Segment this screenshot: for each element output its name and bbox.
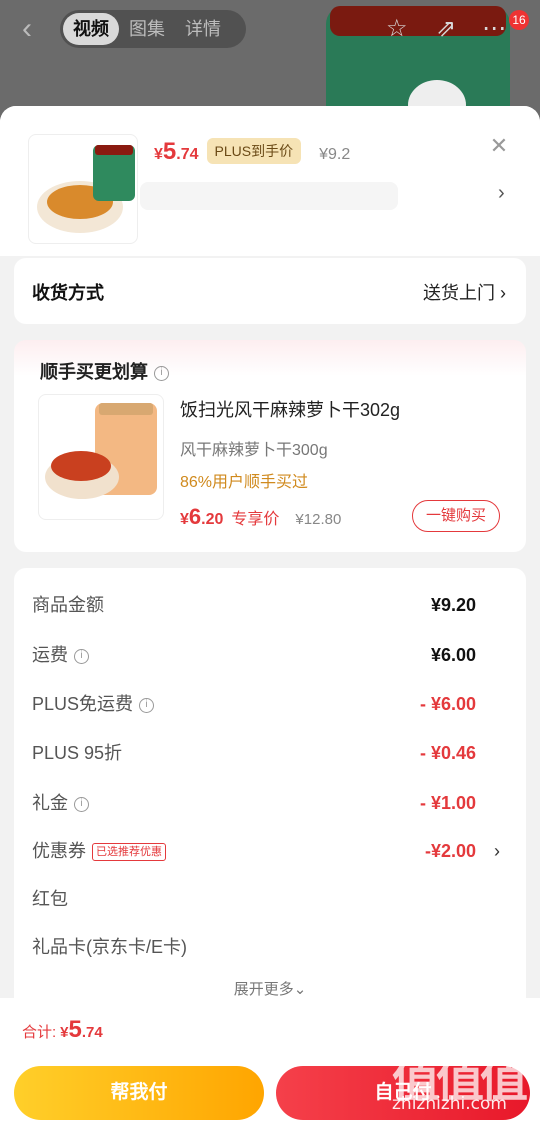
site-watermark: 值值值 zhizhizhi.com (392, 1040, 532, 1120)
row-red-packet[interactable]: 红包 (32, 884, 508, 914)
info-icon[interactable]: i (139, 697, 155, 713)
addon-social-proof: 86%用户顺手买过 (180, 474, 309, 491)
addon-price: ¥6.20 (180, 504, 224, 529)
addon-recommendation: 顺手买更划算 i 饭扫光风干麻辣萝卜干302g 风干麻辣萝卜干300g 86%用户… (14, 340, 526, 552)
delivery-method[interactable]: 收货方式 送货上门 › (14, 258, 526, 324)
addon-price-row: ¥6.20 专享价 ¥12.80 (180, 504, 341, 530)
order-total: 合计: ¥5.74 (22, 1016, 103, 1043)
info-icon[interactable]: i (74, 648, 89, 664)
recommended-coupon-tag: 已选推荐优惠 (92, 843, 166, 862)
info-icon[interactable]: i (74, 796, 89, 812)
watermark-url: zhizhizhi.com (392, 1094, 507, 1114)
cart-count-badge: 16 (509, 10, 529, 30)
delivery-value: 送货上门 › (422, 283, 506, 303)
row-goods-amount: 商品金额 ¥9.20 (32, 595, 476, 615)
addon-original-price: ¥12.80 (295, 511, 342, 528)
product-summary: ¥5.74 PLUS到手价 ¥9.2 ✕ › (0, 106, 540, 256)
row-coupon[interactable]: 优惠券 已选推荐优惠 -¥2.00 › (32, 836, 508, 866)
price-row: ¥5.74 PLUS到手价 ¥9.2 (154, 138, 350, 167)
info-icon[interactable]: i (154, 365, 169, 381)
back-icon[interactable]: ‹ (22, 14, 50, 44)
row-shipping: 运费 i ¥6.00 (32, 645, 476, 665)
exclusive-price-label: 专享价 (231, 511, 280, 528)
addon-title: 顺手买更划算 i (40, 358, 169, 384)
product-media-header: ‹ 视频 图集 详情 ☆ ⇗ ⋯ 16 (0, 0, 540, 120)
original-price: ¥9.2 (319, 146, 351, 163)
chevron-right-icon[interactable]: › (494, 836, 500, 866)
tab-video[interactable]: 视频 (63, 13, 119, 45)
row-gift-card[interactable]: 礼品卡(京东卡/E卡) (32, 932, 508, 962)
row-plus-free-shipping: PLUS免运费 i - ¥6.00 (32, 694, 476, 714)
plus-price-tag: PLUS到手价 (206, 138, 302, 164)
tab-details[interactable]: 详情 (175, 13, 231, 45)
row-plus-discount: PLUS 95折 - ¥0.46 (32, 743, 476, 763)
expand-more-link[interactable]: 展开更多⌄ (14, 978, 526, 999)
row-gift-money: 礼金 i - ¥1.00 (32, 793, 476, 813)
product-thumbnail (28, 134, 138, 244)
media-tabs: 视频 图集 详情 (60, 10, 246, 48)
chevron-right-icon: › (500, 283, 506, 303)
spec-selector[interactable] (140, 182, 398, 210)
addon-product-image[interactable] (38, 394, 164, 520)
close-icon[interactable]: ✕ (488, 134, 510, 158)
checkout-sheet: ¥5.74 PLUS到手价 ¥9.2 ✕ › 收货方式 送货上门 › 顺手买更划… (0, 106, 540, 1128)
help-me-pay-button[interactable]: 帮我付 (14, 1066, 264, 1120)
more-icon[interactable]: ⋯ (482, 14, 506, 43)
tab-gallery[interactable]: 图集 (119, 13, 175, 45)
checkout-footer: 合计: ¥5.74 帮我付 自己付 值值值 zhizhizhi.com (0, 998, 540, 1128)
share-icon[interactable]: ⇗ (436, 14, 456, 43)
price-summary: 商品金额 ¥9.20 运费 i ¥6.00 PLUS免运费 i - ¥6.00 PL… (14, 568, 526, 1036)
addon-product-name[interactable]: 饭扫光风干麻辣萝卜干302g (180, 396, 400, 422)
chevron-right-icon[interactable]: › (498, 182, 505, 205)
one-click-buy-button[interactable]: 一键购买 (412, 500, 500, 532)
delivery-label: 收货方式 (32, 283, 104, 303)
star-icon[interactable]: ☆ (386, 14, 408, 43)
addon-product-spec: 风干麻辣萝卜干300g (180, 442, 328, 459)
plus-price: ¥5.74 (154, 138, 199, 165)
